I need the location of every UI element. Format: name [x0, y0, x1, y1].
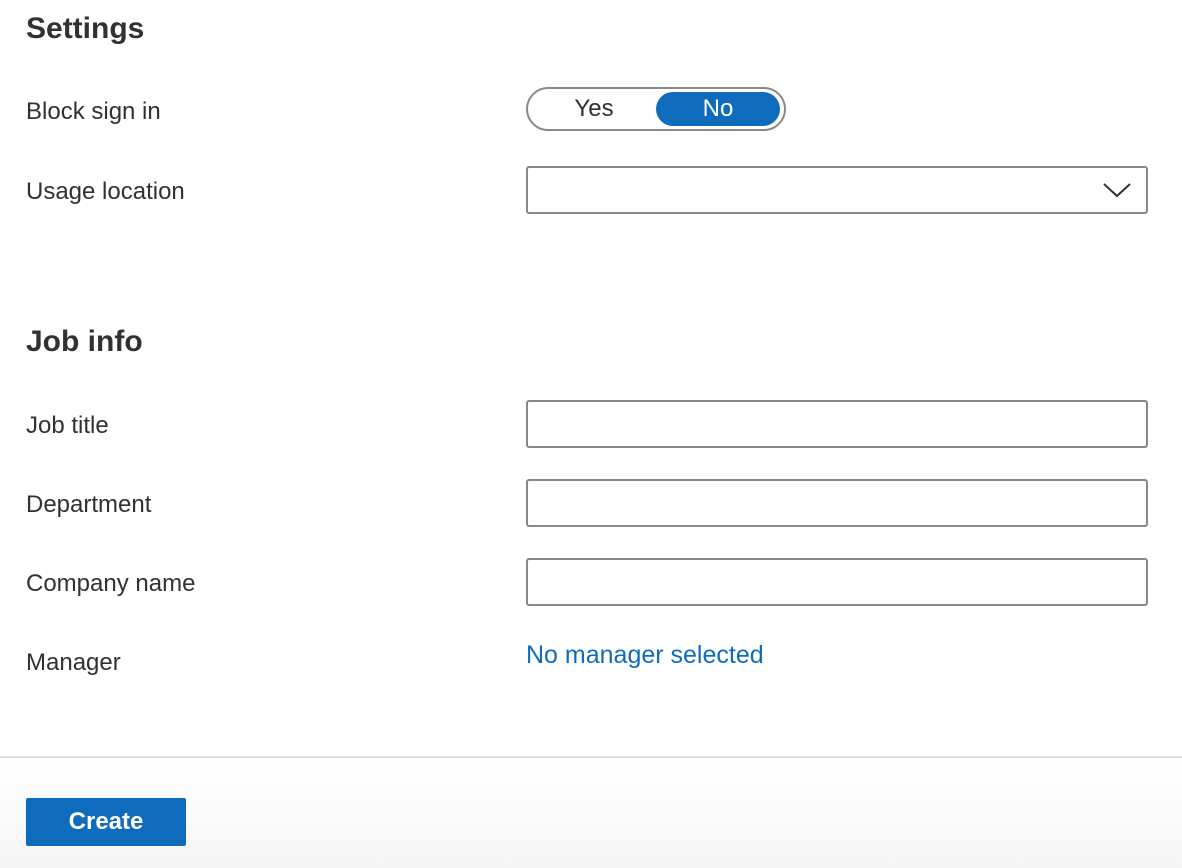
footer-bar: Create	[0, 756, 1182, 868]
block-sign-in-label: Block sign in	[26, 98, 161, 125]
toggle-option-yes[interactable]: Yes	[532, 92, 656, 126]
company-name-label: Company name	[26, 570, 196, 597]
select-manager-link[interactable]: No manager selected	[526, 643, 764, 668]
department-label: Department	[26, 491, 152, 518]
settings-title: Settings	[26, 12, 145, 45]
company-name-input[interactable]	[526, 558, 1148, 606]
chevron-down-icon	[1103, 183, 1131, 198]
job-title-label: Job title	[26, 412, 109, 439]
create-button[interactable]: Create	[26, 798, 186, 846]
usage-location-label: Usage location	[26, 178, 185, 205]
job-info-title: Job info	[26, 325, 143, 358]
job-title-input[interactable]	[526, 400, 1148, 448]
manager-label: Manager	[26, 649, 121, 676]
usage-location-dropdown[interactable]	[526, 166, 1148, 214]
toggle-option-no[interactable]: No	[656, 92, 780, 126]
block-sign-in-toggle[interactable]: Yes No	[526, 87, 786, 131]
department-input[interactable]	[526, 479, 1148, 527]
